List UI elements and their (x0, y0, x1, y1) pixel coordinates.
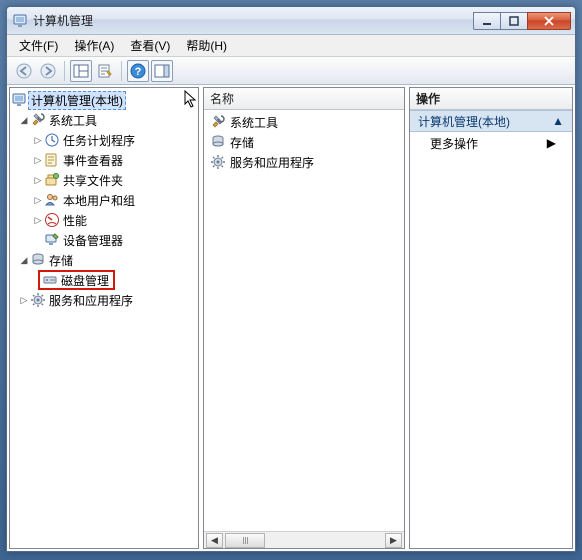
menu-file[interactable]: 文件(F) (11, 35, 66, 56)
list-pane: 名称 系统工具 存储 服务和应用程序 ◀ (203, 87, 405, 549)
wrench-icon (30, 112, 46, 128)
collapse-icon[interactable]: ▲ (552, 114, 564, 128)
tree-item-storage[interactable]: ◢ 存储 (10, 250, 198, 270)
tree-label: 任务计划程序 (63, 132, 135, 149)
tree-item-diskmgmt[interactable]: 磁盘管理 (10, 270, 198, 290)
scroll-thumb[interactable] (225, 533, 265, 548)
toolbar-separator (121, 61, 122, 81)
tree-label: 共享文件夹 (63, 172, 123, 189)
menubar: 文件(F) 操作(A) 查看(V) 帮助(H) (7, 35, 575, 57)
tree-item-shared[interactable]: ▷ 共享文件夹 (10, 170, 198, 190)
submenu-arrow-icon: ▶ (547, 136, 556, 150)
actions-pane: 操作 计算机管理(本地) ▲ 更多操作 ▶ (409, 87, 573, 549)
expand-icon[interactable]: ▷ (32, 194, 44, 206)
app-icon (13, 13, 29, 29)
minimize-button[interactable] (473, 12, 501, 30)
expand-icon[interactable]: ▷ (32, 174, 44, 186)
tree-label: 磁盘管理 (61, 272, 109, 289)
action-more[interactable]: 更多操作 ▶ (410, 132, 572, 154)
tree-label: 设备管理器 (63, 232, 123, 249)
actions-group-label: 计算机管理(本地) (418, 113, 510, 130)
expand-icon[interactable]: ▷ (32, 154, 44, 166)
column-header-name[interactable]: 名称 (204, 88, 404, 110)
tree-item-eventviewer[interactable]: ▷ 事件查看器 (10, 150, 198, 170)
window-title: 计算机管理 (33, 12, 93, 29)
expand-icon[interactable]: ▷ (18, 294, 30, 306)
toolbar (7, 57, 575, 85)
clock-icon (44, 132, 60, 148)
show-hide-tree-button[interactable] (70, 60, 92, 82)
item-list[interactable]: 系统工具 存储 服务和应用程序 (204, 110, 404, 531)
tree-label: 本地用户和组 (63, 192, 135, 209)
maximize-button[interactable] (500, 12, 528, 30)
properties-button[interactable] (94, 60, 116, 82)
list-label: 系统工具 (230, 114, 278, 131)
forward-button[interactable] (37, 60, 59, 82)
list-label: 存储 (230, 134, 254, 151)
tree-label: 服务和应用程序 (49, 292, 133, 309)
tree-label: 事件查看器 (63, 152, 123, 169)
performance-icon (44, 212, 60, 228)
scroll-track[interactable] (225, 533, 383, 548)
users-icon (44, 192, 60, 208)
navigation-tree[interactable]: 计算机管理(本地) ◢ 系统工具 ▷ 任务计划程序 ▷ (10, 88, 198, 548)
actions-header: 操作 (410, 88, 572, 110)
tree-label: 计算机管理(本地) (28, 91, 126, 110)
list-item[interactable]: 系统工具 (204, 112, 404, 132)
storage-icon (30, 252, 46, 268)
back-button[interactable] (13, 60, 35, 82)
window: 计算机管理 文件(F) 操作(A) 查看(V) 帮助(H) (6, 6, 576, 552)
shared-folder-icon (44, 172, 60, 188)
list-label: 服务和应用程序 (230, 154, 314, 171)
menu-help[interactable]: 帮助(H) (178, 35, 235, 56)
tree-item-systools[interactable]: ◢ 系统工具 (10, 110, 198, 130)
list-item[interactable]: 存储 (204, 132, 404, 152)
close-button[interactable] (527, 12, 571, 30)
storage-icon (210, 134, 226, 150)
content-area: 计算机管理(本地) ◢ 系统工具 ▷ 任务计划程序 ▷ (7, 85, 575, 551)
help-button[interactable] (127, 60, 149, 82)
tree-item-device[interactable]: 设备管理器 (10, 230, 198, 250)
scroll-right-button[interactable]: ▶ (385, 533, 402, 548)
device-manager-icon (44, 232, 60, 248)
tree-label: 存储 (49, 252, 73, 269)
horizontal-scrollbar[interactable]: ◀ ▶ (204, 531, 404, 548)
expand-icon[interactable]: ▷ (32, 134, 44, 146)
disk-icon (42, 272, 58, 288)
expand-icon[interactable]: ▷ (32, 214, 44, 226)
computer-management-icon (12, 92, 28, 108)
gear-icon (30, 292, 46, 308)
show-action-pane-button[interactable] (151, 60, 173, 82)
scroll-left-button[interactable]: ◀ (206, 533, 223, 548)
event-log-icon (44, 152, 60, 168)
tree-label: 系统工具 (49, 112, 97, 129)
tree-pane: 计算机管理(本地) ◢ 系统工具 ▷ 任务计划程序 ▷ (9, 87, 199, 549)
actions-group-header[interactable]: 计算机管理(本地) ▲ (410, 110, 572, 132)
titlebar[interactable]: 计算机管理 (7, 7, 575, 35)
collapse-icon[interactable]: ◢ (18, 254, 30, 266)
menu-view[interactable]: 查看(V) (122, 35, 178, 56)
wrench-icon (210, 114, 226, 130)
gear-icon (210, 154, 226, 170)
highlight-box: 磁盘管理 (38, 270, 115, 290)
menu-action[interactable]: 操作(A) (66, 35, 122, 56)
collapse-icon[interactable]: ◢ (18, 114, 30, 126)
tree-item-perf[interactable]: ▷ 性能 (10, 210, 198, 230)
tree-label: 性能 (63, 212, 87, 229)
toolbar-separator (64, 61, 65, 81)
tree-item-services[interactable]: ▷ 服务和应用程序 (10, 290, 198, 310)
tree-root[interactable]: 计算机管理(本地) (10, 90, 198, 110)
tree-item-users[interactable]: ▷ 本地用户和组 (10, 190, 198, 210)
tree-item-scheduler[interactable]: ▷ 任务计划程序 (10, 130, 198, 150)
list-item[interactable]: 服务和应用程序 (204, 152, 404, 172)
action-label: 更多操作 (430, 135, 478, 152)
